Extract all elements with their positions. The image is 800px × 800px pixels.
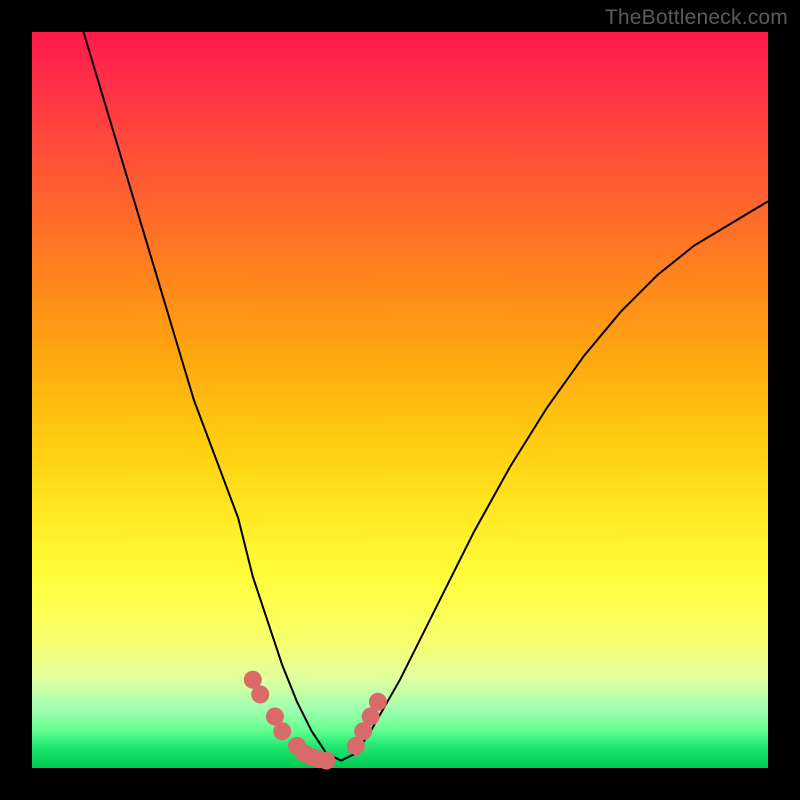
highlight-dot: [369, 693, 387, 711]
highlight-dot: [251, 685, 269, 703]
plot-area: [32, 32, 768, 768]
highlight-dots-right: [347, 693, 387, 755]
chart-svg: [32, 32, 768, 768]
watermark: TheBottleneck.com: [605, 6, 788, 30]
bottleneck-curve: [84, 32, 769, 761]
highlight-dot: [317, 752, 335, 770]
highlight-dot: [273, 722, 291, 740]
